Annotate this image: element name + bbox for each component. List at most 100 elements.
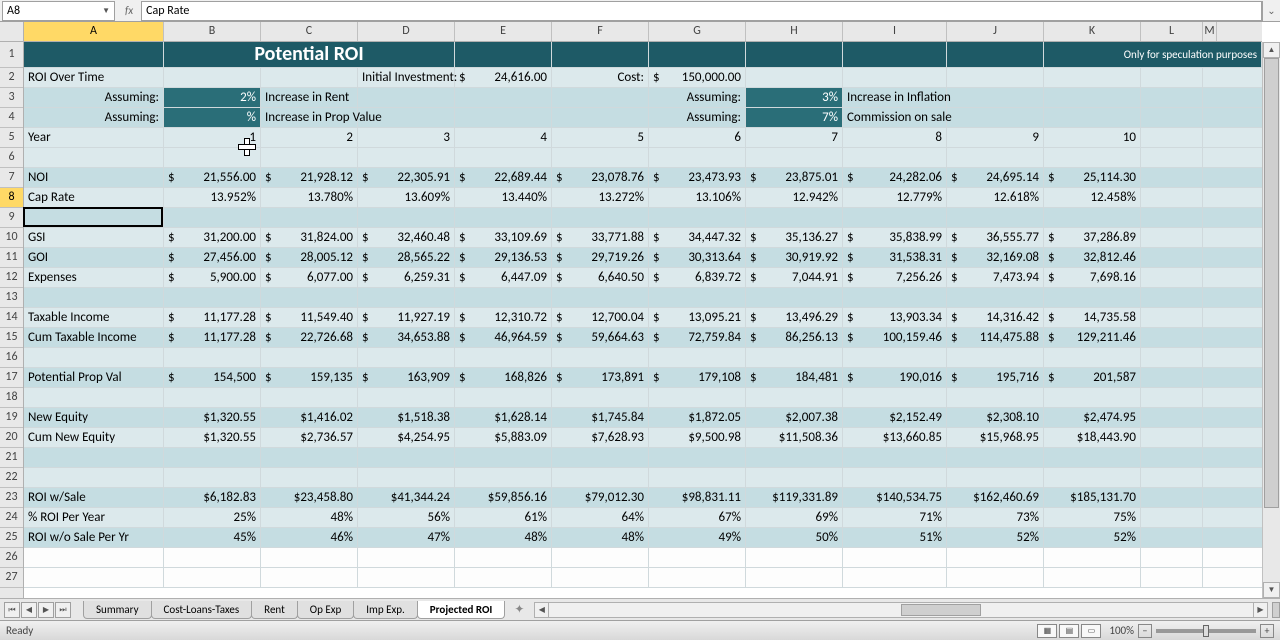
cell[interactable] [455,88,552,107]
cell[interactable]: $24,695.14 [947,168,1044,187]
cell[interactable]: 48% [455,528,552,547]
cell[interactable] [1044,348,1141,367]
cell[interactable]: 7 [746,128,843,147]
cell[interactable]: $33,109.69 [455,228,552,247]
name-box-dropdown-icon[interactable]: ▼ [102,6,110,16]
cell[interactable]: $1,518.38 [358,408,455,427]
cell[interactable] [1044,88,1141,107]
cell[interactable]: 61% [455,508,552,527]
cell[interactable]: $2,152.49 [843,408,947,427]
cell[interactable]: $1,320.55 [164,408,261,427]
cell[interactable]: $32,460.48 [358,228,455,247]
zoom-out-icon[interactable]: − [1138,624,1152,638]
cell[interactable]: $22,305.91 [358,168,455,187]
cell[interactable] [843,468,947,487]
cell[interactable]: 1 [164,128,261,147]
cell[interactable]: $18,443.90 [1044,428,1141,447]
cell[interactable]: $6,259.31 [358,268,455,287]
cell[interactable] [552,448,649,467]
view-layout-icon[interactable]: ▤ [1059,624,1079,638]
cell[interactable]: $36,555.77 [947,228,1044,247]
cell[interactable]: $11,549.40 [261,308,358,327]
cell[interactable]: $31,824.00 [261,228,358,247]
cell[interactable] [552,568,649,587]
column-header-B[interactable]: B [164,22,261,41]
cell[interactable]: $59,856.16 [455,488,552,507]
cell[interactable]: $23,473.93 [649,168,746,187]
cell[interactable]: $1,320.55 [164,428,261,447]
cell[interactable] [24,568,164,587]
cell[interactable]: 13.952% [164,188,261,207]
cell[interactable]: $22,689.44 [455,168,552,187]
cell[interactable] [1141,208,1203,227]
cell[interactable] [649,42,746,67]
column-header-G[interactable]: G [649,22,746,41]
cell[interactable] [164,68,261,87]
cell[interactable] [947,68,1044,87]
cell[interactable]: $5,883.09 [455,428,552,447]
column-header-C[interactable]: C [261,22,358,41]
cell[interactable]: $13,903.34 [843,308,947,327]
cell[interactable] [1141,448,1203,467]
cell[interactable] [24,548,164,567]
cell[interactable]: Cost: [552,68,649,87]
cell[interactable]: $2,308.10 [947,408,1044,427]
cell[interactable]: $184,481 [746,368,843,387]
cell[interactable]: $86,256.13 [746,328,843,347]
cell[interactable] [261,348,358,367]
cell[interactable] [552,288,649,307]
zoom-level[interactable]: 100% [1109,624,1134,637]
cell[interactable]: Assuming: [24,108,164,127]
cell[interactable]: $24,616.00 [455,68,552,87]
cell[interactable] [649,388,746,407]
cell[interactable] [1141,68,1203,87]
column-header-L[interactable]: L [1141,22,1203,41]
cell[interactable]: $1,416.02 [261,408,358,427]
row-header-2[interactable]: 2 [0,68,23,88]
cell[interactable]: 25% [164,508,261,527]
cell[interactable] [164,448,261,467]
cell[interactable] [649,208,746,227]
cell[interactable]: $154,500 [164,368,261,387]
cell[interactable]: $46,964.59 [455,328,552,347]
cell[interactable]: 2% [164,88,261,107]
cell[interactable] [746,68,843,87]
cell[interactable]: 46% [261,528,358,547]
cell[interactable] [1044,148,1141,167]
cell[interactable] [24,448,164,467]
cell[interactable] [164,208,261,227]
cell[interactable] [455,468,552,487]
cell[interactable] [552,348,649,367]
zoom-slider[interactable] [1156,629,1256,633]
cell[interactable] [552,88,649,107]
sheet-tab[interactable]: Cost-Loans-Taxes [151,601,253,619]
cell[interactable] [1141,568,1203,587]
cell[interactable]: $30,313.64 [649,248,746,267]
cell[interactable] [455,568,552,587]
cell[interactable]: $7,628.93 [552,428,649,447]
cell[interactable]: 5 [552,128,649,147]
row-header-20[interactable]: 20 [0,428,23,448]
cell[interactable]: Assuming: [24,88,164,107]
cell[interactable]: Cap Rate [24,188,164,207]
row-header-25[interactable]: 25 [0,528,23,548]
cell[interactable]: Taxable Income [24,308,164,327]
cell[interactable] [358,468,455,487]
cell[interactable]: $29,136.53 [455,248,552,267]
cell[interactable] [261,448,358,467]
cell[interactable] [455,348,552,367]
cell[interactable]: $21,928.12 [261,168,358,187]
cell[interactable]: $23,458.80 [261,488,358,507]
cell[interactable]: 49% [649,528,746,547]
cell[interactable] [164,548,261,567]
cell[interactable] [1141,528,1203,547]
cell[interactable]: $179,108 [649,368,746,387]
cell[interactable] [164,348,261,367]
cell[interactable]: $11,508.36 [746,428,843,447]
cell[interactable]: 52% [947,528,1044,547]
cell[interactable]: $24,282.06 [843,168,947,187]
row-header-16[interactable]: 16 [0,348,23,368]
cell[interactable]: $37,286.89 [1044,228,1141,247]
cell[interactable]: 64% [552,508,649,527]
cell[interactable] [1141,428,1203,447]
